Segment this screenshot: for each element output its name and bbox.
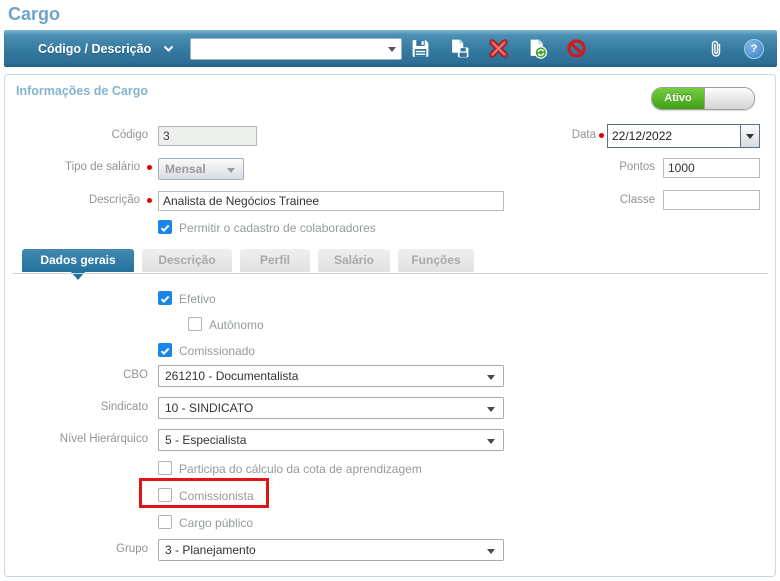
tipo-salario-value: Mensal	[165, 162, 206, 176]
check-icon	[159, 345, 171, 357]
sindicato-value: 10 - SINDICATO	[165, 401, 253, 415]
tab-funcoes[interactable]: Funções	[398, 249, 474, 272]
cargo-publico-label: Cargo público	[179, 516, 253, 530]
filter-mode-label: Código / Descrição	[38, 42, 151, 56]
panel-title: Informações de Cargo	[16, 84, 148, 98]
nivel-hierarquico-select[interactable]: 5 - Especialista	[158, 429, 504, 451]
active-toggle[interactable]: Ativo	[651, 87, 755, 110]
delete-button[interactable]	[487, 38, 509, 60]
combobox-arrow-icon[interactable]	[388, 47, 396, 52]
cancel-button[interactable]	[565, 38, 587, 60]
page-title: Cargo	[8, 4, 60, 25]
sindicato-select[interactable]: 10 - SINDICATO	[158, 397, 504, 419]
classe-label: Classe	[540, 194, 655, 206]
required-dot	[599, 133, 604, 138]
nivel-hierarquico-label: Nível Hierárquico	[20, 433, 148, 445]
pontos-label: Pontos	[540, 161, 655, 173]
tab-perfil[interactable]: Perfil	[240, 249, 310, 272]
codigo-input[interactable]	[158, 126, 257, 146]
check-icon	[159, 222, 171, 234]
grupo-select[interactable]: 3 - Planejamento	[158, 539, 504, 561]
search-combobox[interactable]	[190, 38, 402, 60]
save-as-icon	[449, 38, 470, 59]
attachment-button[interactable]	[705, 38, 727, 60]
cbo-select[interactable]: 261210 - Documentalista	[158, 365, 504, 387]
save-button[interactable]	[409, 38, 431, 60]
classe-input[interactable]	[663, 190, 760, 210]
filter-mode-button[interactable]: Código / Descrição	[38, 41, 174, 56]
data-label: Data	[520, 129, 596, 141]
date-combobox[interactable]	[607, 124, 760, 148]
delete-x-icon	[488, 38, 509, 59]
cbo-label: CBO	[20, 369, 148, 381]
block-icon	[566, 38, 587, 59]
grupo-label: Grupo	[20, 543, 148, 555]
sindicato-label: Sindicato	[20, 401, 148, 413]
chevron-down-icon	[163, 41, 174, 56]
cargo-publico-checkbox[interactable]	[158, 515, 172, 529]
reload-record-button[interactable]	[526, 38, 548, 60]
dropdown-arrow-icon	[487, 549, 495, 554]
info-panel	[4, 74, 776, 577]
participa-cota-checkbox[interactable]	[158, 461, 172, 475]
autonomo-checkbox[interactable]	[188, 317, 202, 331]
efetivo-label: Efetivo	[179, 292, 216, 306]
tab-descricao[interactable]: Descrição	[142, 249, 232, 272]
toggle-knob[interactable]	[704, 88, 754, 109]
cargo-window: Cargo Código / Descrição	[0, 0, 780, 581]
comissionista-label: Comissionista	[179, 489, 254, 503]
dropdown-arrow-icon	[487, 407, 495, 412]
comissionista-checkbox[interactable]	[158, 488, 172, 502]
cbo-value: 261210 - Documentalista	[165, 369, 298, 383]
efetivo-checkbox[interactable]	[158, 291, 172, 305]
paperclip-icon	[706, 39, 726, 59]
required-dot	[147, 165, 152, 170]
check-icon	[159, 293, 171, 305]
tab-salario[interactable]: Salário	[318, 249, 390, 272]
descricao-label: Descrição	[20, 194, 140, 206]
tab-bar: Dados gerais Descrição Perfil Salário Fu…	[22, 249, 474, 272]
tab-dados-gerais[interactable]: Dados gerais	[22, 249, 134, 272]
dropdown-arrow-icon	[487, 439, 495, 444]
pontos-input[interactable]	[663, 158, 760, 178]
autonomo-label: Autônomo	[209, 318, 264, 332]
required-dot	[147, 198, 152, 203]
question-mark-icon: ?	[744, 39, 764, 59]
dropdown-arrow-icon	[227, 168, 235, 173]
date-dropdown-button[interactable]	[740, 125, 759, 147]
date-input[interactable]	[608, 125, 740, 147]
tab-divider	[12, 273, 768, 274]
codigo-label: Código	[20, 129, 148, 141]
grupo-value: 3 - Planejamento	[165, 543, 256, 557]
comissionado-checkbox[interactable]	[158, 343, 172, 357]
document-refresh-icon	[527, 38, 548, 59]
save-icon	[410, 38, 431, 59]
dropdown-arrow-icon	[487, 375, 495, 380]
save-as-button[interactable]	[448, 38, 470, 60]
permitir-cadastro-label: Permitir o cadastro de colaboradores	[179, 221, 376, 235]
toolbar: Código / Descrição	[4, 30, 777, 67]
search-input[interactable]	[190, 38, 402, 60]
tipo-salario-select[interactable]: Mensal	[158, 158, 244, 180]
tipo-salario-label: Tipo de salário	[20, 161, 140, 173]
help-button[interactable]: ?	[743, 38, 765, 60]
comissionado-label: Comissionado	[179, 344, 255, 358]
nivel-hierarquico-value: 5 - Especialista	[165, 433, 246, 447]
participa-cota-label: Participa do cálculo da cota de aprendiz…	[179, 462, 422, 476]
descricao-input[interactable]	[158, 191, 504, 211]
permitir-cadastro-checkbox[interactable]	[158, 220, 172, 234]
toggle-label: Ativo	[652, 88, 704, 109]
dropdown-arrow-icon	[746, 134, 754, 139]
